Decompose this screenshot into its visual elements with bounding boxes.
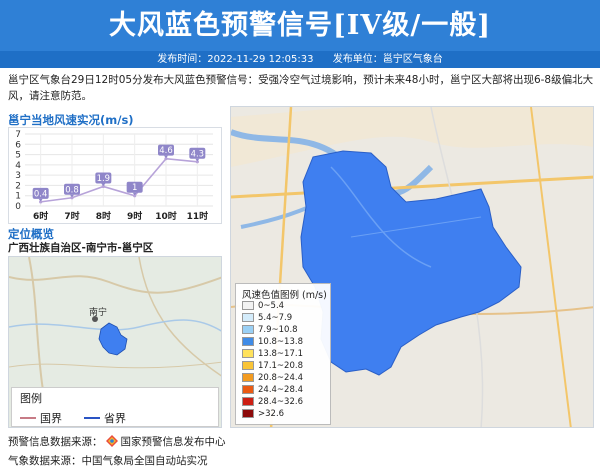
swatch-3 bbox=[242, 337, 254, 346]
wind-legend-row-1: 5.4~7.9 bbox=[242, 313, 292, 324]
mini-legend-item-0: 国界 bbox=[40, 412, 62, 425]
wind-legend-label-9: >32.6 bbox=[258, 409, 285, 419]
wind-legend-label-5: 17.1~20.8 bbox=[258, 361, 303, 371]
swatch-6 bbox=[242, 373, 254, 382]
swatch-7 bbox=[242, 385, 254, 394]
swatch-9 bbox=[242, 409, 254, 418]
wind-legend-title: 风速色值图例 (m/s) bbox=[242, 290, 327, 301]
data-label: 4.6 bbox=[159, 146, 173, 156]
warning-center-logo-icon bbox=[105, 435, 118, 447]
data-label: 4.3 bbox=[191, 149, 205, 159]
y-tick-label: 0 bbox=[15, 202, 21, 212]
swatch-2 bbox=[242, 325, 254, 334]
publisher: 发布单位：邕宁区气象台 bbox=[332, 54, 443, 65]
wind-chart: 0 1 2 3 4 5 6 7 0.4 0.8 1.9 1 4.6 4.3 6时 7时 8时 9时 10时 11时 bbox=[8, 127, 222, 224]
warning-description: 邕宁区气象台29日12时05分发布大风蓝色预警信号：受强冷空气过境影响，预计未来… bbox=[8, 74, 594, 102]
national-border-swatch bbox=[20, 417, 36, 419]
wind-legend-row-5: 17.1~20.8 bbox=[242, 361, 303, 372]
wind-legend-label-2: 7.9~10.8 bbox=[258, 325, 298, 335]
warning-region-map[interactable]: 风速色值图例 (m/s) 0~5.4 5.4~7.9 7.9~10.8 10.8… bbox=[230, 106, 594, 428]
swatch-8 bbox=[242, 397, 254, 406]
wind-legend-row-0: 0~5.4 bbox=[242, 301, 284, 312]
x-tick-label: 9时 bbox=[127, 210, 142, 222]
wind-panel-title: 邕宁当地风速实况(m/s) bbox=[8, 113, 134, 127]
swatch-4 bbox=[242, 349, 254, 358]
wind-legend-row-3: 10.8~13.8 bbox=[242, 337, 303, 348]
wind-legend-label-3: 10.8~13.8 bbox=[258, 337, 303, 347]
data-label: 0.8 bbox=[65, 185, 79, 195]
location-path: 广西壮族自治区-南宁市-邕宁区 bbox=[8, 242, 154, 254]
y-tick-label: 7 bbox=[15, 130, 21, 140]
warning-source-name[interactable]: 国家预警信息发布中心 bbox=[121, 436, 226, 448]
x-tick-label: 11时 bbox=[187, 210, 209, 222]
warning-source: 预警信息数据来源： 国家预警信息发布中心 bbox=[8, 434, 226, 449]
wind-legend-label-6: 20.8~24.4 bbox=[258, 373, 303, 383]
wind-chart-svg: 012345670.4 0.81.914.6 4.36时 7时 8时 9时 10时 11时 bbox=[15, 130, 213, 222]
wind-speed-legend: 风速色值图例 (m/s) 0~5.4 5.4~7.9 7.9~10.8 10.8… bbox=[235, 283, 331, 425]
y-tick-label: 2 bbox=[15, 181, 21, 191]
y-tick-label: 4 bbox=[15, 161, 21, 171]
swatch-5 bbox=[242, 361, 254, 370]
mini-map-city-label: 南宁 bbox=[89, 308, 108, 318]
wind-legend-row-6: 20.8~24.4 bbox=[242, 373, 303, 384]
x-tick-label: 8时 bbox=[96, 210, 111, 222]
data-label: 0.4 bbox=[34, 189, 48, 199]
weather-data-source: 气象数据来源：中国气象局全国自动站实况 bbox=[8, 455, 208, 467]
mini-legend-item-1: 省界 bbox=[104, 412, 126, 425]
swatch-0 bbox=[242, 301, 254, 310]
province-border-swatch bbox=[84, 417, 100, 419]
x-tick-label: 10时 bbox=[155, 210, 177, 222]
data-label: 1.9 bbox=[97, 174, 111, 184]
x-tick-label: 6时 bbox=[33, 210, 48, 222]
wind-legend-row-4: 13.8~17.1 bbox=[242, 349, 303, 360]
mini-legend-title: 图例 bbox=[20, 392, 42, 405]
wind-legend-label-8: 28.4~32.6 bbox=[258, 397, 303, 407]
wind-legend-row-7: 24.4~28.4 bbox=[242, 385, 303, 396]
y-tick-label: 1 bbox=[15, 192, 21, 202]
swatch-1 bbox=[242, 313, 254, 322]
mini-map-legend: 图例 国界 省界 bbox=[11, 387, 219, 427]
publish-time: 发布时间：2022-11-29 12:05:33 bbox=[157, 54, 314, 65]
wind-legend-row-8: 28.4~32.6 bbox=[242, 397, 303, 408]
wind-legend-label-4: 13.8~17.1 bbox=[258, 349, 303, 359]
data-label: 1 bbox=[132, 183, 137, 193]
y-tick-label: 5 bbox=[15, 151, 21, 161]
y-tick-label: 6 bbox=[15, 140, 21, 150]
warning-source-label: 预警信息数据来源： bbox=[8, 436, 103, 448]
wind-legend-row-9: >32.6 bbox=[242, 409, 284, 420]
page-title: 大风蓝色预警信号[IV级/一般] bbox=[109, 10, 491, 41]
wind-legend-label-0: 0~5.4 bbox=[258, 301, 285, 311]
wind-legend-row-2: 7.9~10.8 bbox=[242, 325, 298, 336]
header-banner: 大风蓝色预警信号[IV级/一般] bbox=[0, 0, 600, 51]
x-tick-label: 7时 bbox=[64, 210, 79, 222]
location-mini-map[interactable]: 南宁 图例 国界 省界 bbox=[8, 256, 222, 428]
wind-legend-label-7: 24.4~28.4 bbox=[258, 385, 303, 395]
publish-info-bar: 发布时间：2022-11-29 12:05:33 发布单位：邕宁区气象台 bbox=[0, 51, 600, 68]
y-tick-label: 3 bbox=[15, 171, 21, 181]
wind-legend-label-1: 5.4~7.9 bbox=[258, 313, 293, 323]
